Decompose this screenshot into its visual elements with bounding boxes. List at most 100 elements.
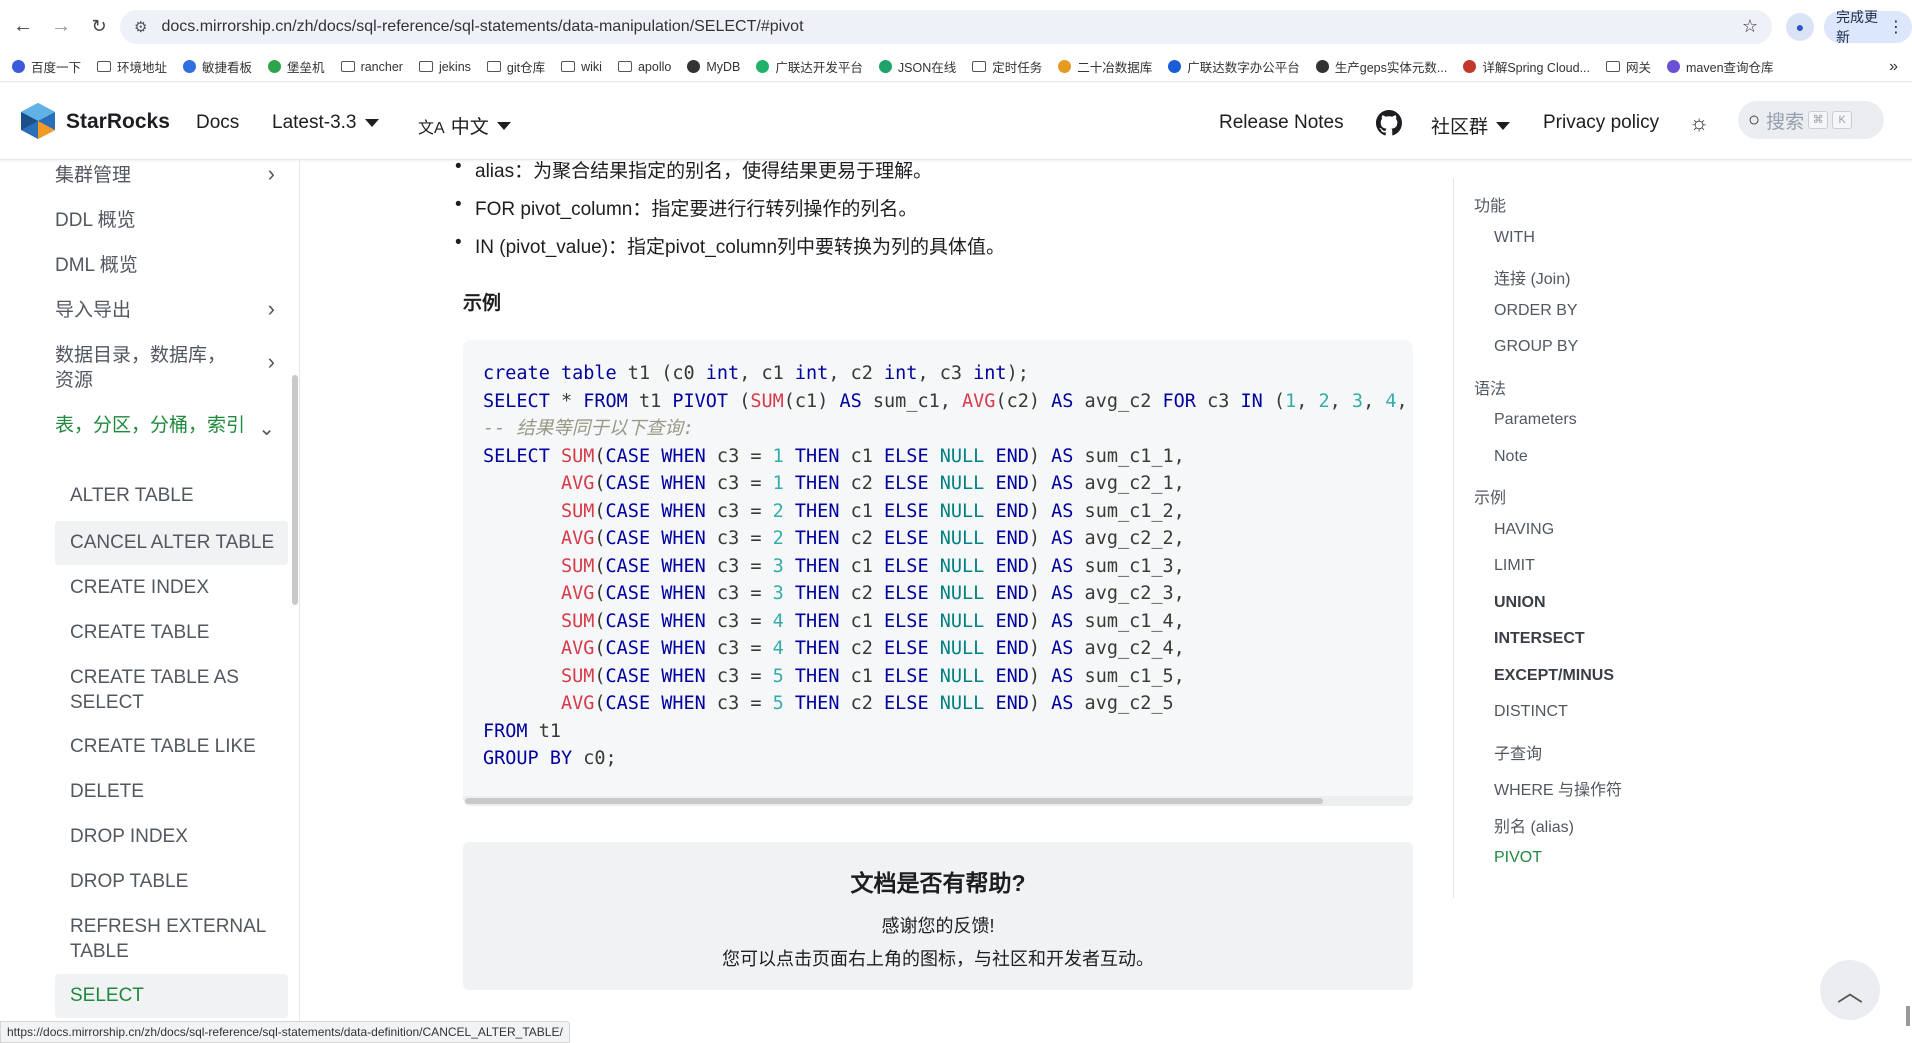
bookmark-item[interactable]: jekins [418, 59, 471, 74]
update-button[interactable]: 完成更新 ⋮ [1824, 9, 1912, 45]
toc-item[interactable]: 别名 (alias) [1494, 813, 1574, 837]
bookmarks-overflow-icon[interactable]: » [1889, 58, 1898, 76]
window-edge [1906, 1006, 1910, 1026]
example-heading: 示例 [463, 293, 502, 314]
list-item: FOR pivot_column：指定要进行行转列操作的列名。 [455, 194, 917, 221]
site-info-icon[interactable]: ⚙ [134, 18, 147, 36]
bookmark-item[interactable]: MyDB [687, 60, 740, 74]
bookmark-item[interactable]: 百度一下 [12, 57, 81, 76]
language-dropdown[interactable]: 文A 中文 [418, 112, 511, 139]
forward-icon[interactable]: → [46, 11, 76, 41]
back-icon[interactable]: ← [8, 11, 38, 41]
sidebar-item-cancel-alter-table[interactable]: CANCEL ALTER TABLE [70, 530, 299, 555]
toc-item[interactable]: 功能 [1474, 192, 1506, 216]
bookmark-label: 堡垒机 [287, 61, 325, 75]
docs-link[interactable]: Docs [196, 112, 239, 134]
toc-item[interactable]: WITH [1494, 229, 1535, 247]
sidebar-item-import-export[interactable]: 导入导出 › [55, 296, 285, 323]
feedback-hint: 您可以点击页面右上角的图标，与社区和开发者互动。 [722, 949, 1154, 969]
bookmark-item[interactable]: 网关 [1606, 57, 1651, 76]
bookmark-item[interactable]: 生产geps实体元数... [1315, 57, 1447, 76]
bookmark-item[interactable]: JSON在线 [878, 57, 956, 76]
toc-item[interactable]: GROUP BY [1494, 338, 1578, 356]
bookmark-item[interactable]: 定时任务 [972, 57, 1042, 76]
theme-toggle-sun-icon[interactable]: ☼ [1689, 110, 1709, 136]
bookmark-item[interactable]: 敏捷看板 [183, 57, 252, 76]
toc-item[interactable]: WHERE 与操作符 [1494, 776, 1622, 800]
bookmark-item[interactable]: git仓库 [486, 57, 545, 76]
brand-name[interactable]: StarRocks [66, 110, 170, 134]
bookmark-label: maven查询仓库 [1686, 61, 1774, 75]
sidebar-item-refresh-external-table[interactable]: REFRESH EXTERNAL TABLE [70, 914, 270, 964]
sidebar-item-label: 集群管理 [55, 165, 132, 186]
toc-item[interactable]: Note [1494, 448, 1528, 466]
toc-item[interactable]: Parameters [1494, 411, 1577, 429]
bookmark-item[interactable]: maven查询仓库 [1667, 57, 1774, 76]
favicon-icon [1315, 60, 1329, 73]
bookmark-label: 网关 [1626, 61, 1652, 75]
sidebar-item-select[interactable]: SELECT [70, 983, 299, 1008]
chevron-down-icon: ⌄ [258, 418, 275, 440]
version-dropdown[interactable]: Latest-3.3 [272, 112, 379, 134]
toc-item[interactable]: INTERSECT [1494, 630, 1585, 648]
url-text: docs.mirrorship.cn/zh/docs/sql-reference… [161, 18, 804, 35]
back-to-top-button[interactable]: ︿ [1820, 960, 1880, 1020]
bookmark-label: jekins [438, 59, 471, 74]
sidebar-item-table-partition[interactable]: 表，分区，分桶，索引 ⌄ [55, 413, 285, 440]
release-notes-link[interactable]: Release Notes [1219, 112, 1344, 134]
bookmark-item[interactable]: 广联达开发平台 [756, 57, 863, 76]
toc-item[interactable]: 子查询 [1494, 740, 1542, 764]
toc-item[interactable]: HAVING [1494, 521, 1554, 539]
sidebar-item-catalog[interactable]: 数据目录，数据库，资源 › [55, 343, 285, 393]
sidebar-item-delete[interactable]: DELETE [70, 779, 299, 804]
sidebar-scrollbar[interactable] [292, 375, 298, 605]
toc-item[interactable]: 示例 [1474, 484, 1506, 508]
bookmark-item[interactable]: 环境地址 [97, 57, 167, 76]
code-scrollbar[interactable] [465, 798, 1323, 804]
profile-avatar-icon[interactable]: ● [1786, 13, 1814, 41]
update-label: 完成更新 [1836, 9, 1878, 45]
community-label: 社区群 [1431, 117, 1489, 138]
community-dropdown[interactable]: 社区群 [1431, 112, 1511, 139]
sidebar-item-ddl[interactable]: DDL 概览 [55, 208, 285, 233]
sidebar-item-create-table[interactable]: CREATE TABLE [70, 620, 299, 645]
sidebar-item-cluster[interactable]: 集群管理 › [55, 161, 285, 188]
chevron-up-icon: ︿ [1836, 976, 1863, 1007]
sidebar-item-alter-table[interactable]: ALTER TABLE [70, 483, 299, 508]
more-menu-icon[interactable]: ⋮ [1888, 17, 1904, 37]
search-button[interactable]: ○ 搜索 ⌘ K [1738, 101, 1884, 139]
privacy-policy-link[interactable]: Privacy policy [1543, 112, 1659, 134]
toc-item[interactable]: LIMIT [1494, 557, 1535, 575]
bookmark-item[interactable]: wiki [561, 60, 602, 74]
bookmark-item[interactable]: apollo [617, 60, 671, 74]
sidebar-item-create-index[interactable]: CREATE INDEX [70, 575, 299, 600]
sidebar-item-drop-table[interactable]: DROP TABLE [70, 869, 299, 894]
toc-item[interactable]: ORDER BY [1494, 302, 1578, 320]
folder-icon [340, 61, 355, 72]
reload-icon[interactable]: ↻ [84, 11, 114, 41]
sidebar-item-create-table-like[interactable]: CREATE TABLE LIKE [70, 734, 299, 759]
bookmark-item[interactable]: 二十冶数据库 [1058, 57, 1152, 76]
address-bar[interactable]: ⚙ docs.mirrorship.cn/zh/docs/sql-referen… [120, 10, 1772, 44]
toc-item[interactable]: UNION [1494, 594, 1546, 612]
github-icon[interactable] [1376, 110, 1402, 136]
toc-item[interactable]: 连接 (Join) [1494, 265, 1570, 289]
bookmark-item[interactable]: 堡垒机 [268, 57, 325, 76]
sidebar-item-drop-index[interactable]: DROP INDEX [70, 824, 299, 849]
code-block[interactable]: create table t1 (c0 int, c1 int, c2 int,… [463, 340, 1413, 806]
toc-item[interactable]: DISTINCT [1494, 703, 1568, 721]
toc-item[interactable]: 语法 [1474, 375, 1506, 399]
sidebar-item-dml[interactable]: DML 概览 [55, 253, 285, 278]
sidebar-item-label: 表，分区，分桶，索引 [55, 415, 246, 436]
feedback-title: 文档是否有帮助? [850, 870, 1026, 896]
bookmark-item[interactable]: rancher [340, 60, 403, 74]
folder-icon [97, 61, 112, 72]
bookmark-label: 广联达开发平台 [775, 61, 863, 75]
bookmark-item[interactable]: 广联达数字办公平台 [1168, 57, 1300, 76]
toc-item[interactable]: PIVOT [1494, 849, 1542, 867]
toc-item[interactable]: EXCEPT/MINUS [1494, 667, 1614, 685]
bookmark-star-icon[interactable]: ☆ [1742, 16, 1758, 37]
bookmark-item[interactable]: 详解Spring Cloud... [1463, 57, 1590, 76]
sidebar-item-create-table-as-select[interactable]: CREATE TABLE AS SELECT [70, 665, 270, 715]
starrocks-logo-icon[interactable] [20, 102, 56, 140]
